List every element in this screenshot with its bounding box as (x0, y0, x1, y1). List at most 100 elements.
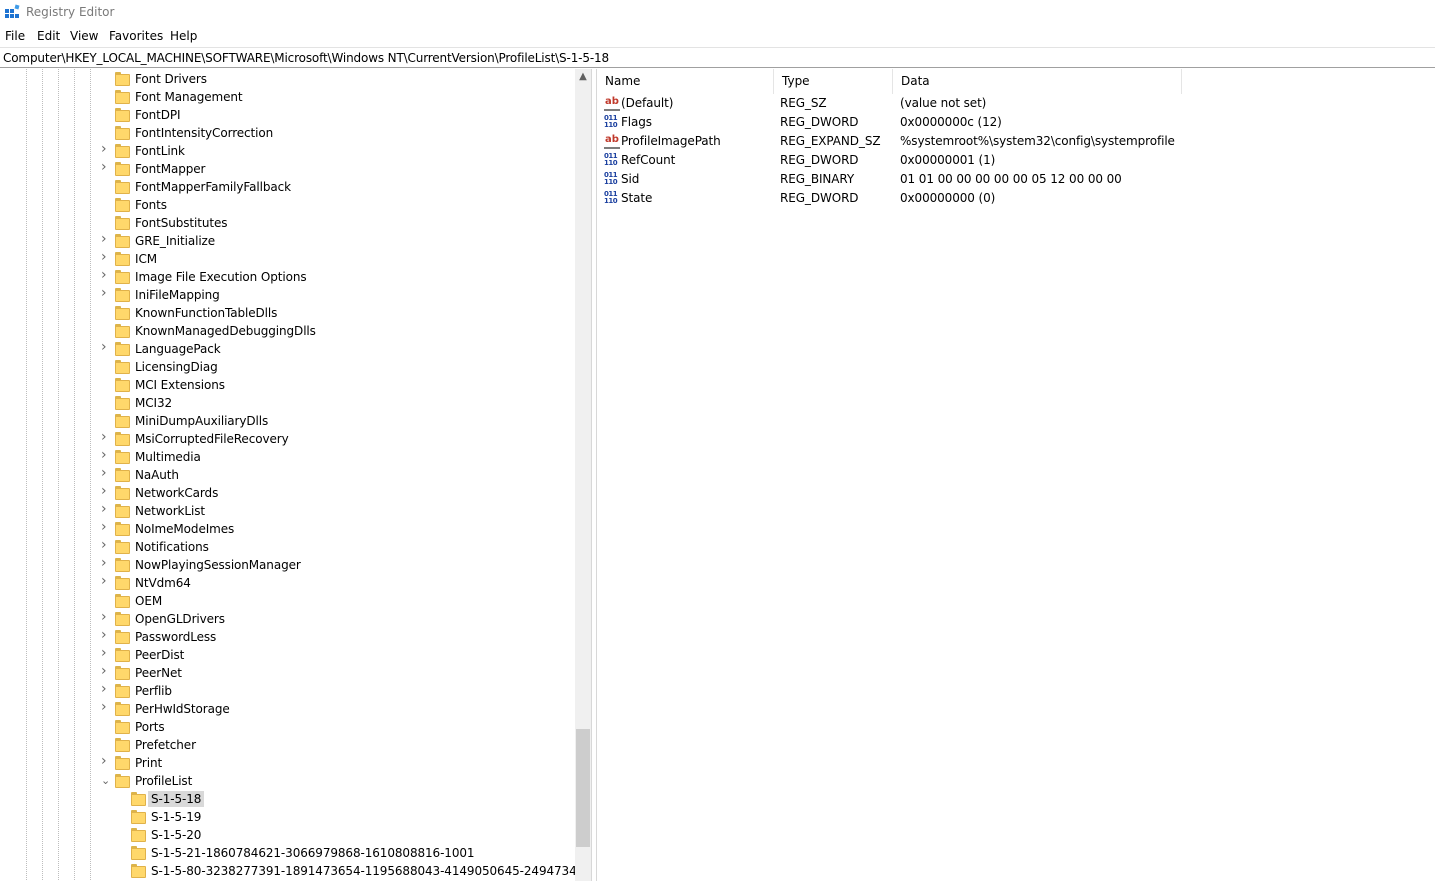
tree-item[interactable]: › NtVdm64 (0, 574, 575, 592)
value-row[interactable]: 011 110 Flags REG_DWORD 0x0000000c (12) (597, 113, 1435, 132)
scroll-up-arrow-icon[interactable]: ▲ (575, 69, 591, 85)
chevron-right-icon[interactable]: › (101, 484, 111, 498)
tree-item[interactable]: › ICM (0, 250, 575, 268)
tree-item[interactable]: › FontMapper (0, 160, 575, 178)
chevron-right-icon[interactable]: › (101, 700, 111, 714)
tree-item[interactable]: Fonts (0, 196, 575, 214)
tree-item[interactable]: S-1-5-20 (0, 826, 575, 844)
tree-item[interactable]: › NaAuth (0, 466, 575, 484)
menu-favorites[interactable]: Favorites (109, 29, 163, 44)
tree-item[interactable]: Font Management (0, 88, 575, 106)
scroll-thumb[interactable] (576, 729, 590, 847)
folder-icon (131, 864, 146, 878)
tree-item[interactable]: › PerHwIdStorage (0, 700, 575, 718)
chevron-right-icon[interactable]: › (101, 250, 111, 264)
binary-bits-bottom: 110 (604, 121, 618, 129)
chevron-right-icon[interactable]: › (101, 520, 111, 534)
tree-item[interactable]: MCI Extensions (0, 376, 575, 394)
tree-item[interactable]: › OpenGLDrivers (0, 610, 575, 628)
tree-item[interactable]: FontDPI (0, 106, 575, 124)
tree-item[interactable]: MCI32 (0, 394, 575, 412)
chevron-right-icon[interactable]: › (101, 538, 111, 552)
tree-item[interactable]: › Notifications (0, 538, 575, 556)
folder-body (115, 722, 130, 734)
column-header-name[interactable]: Name (597, 69, 774, 94)
tree-item[interactable]: Ports (0, 718, 575, 736)
tree-item[interactable]: › Print (0, 754, 575, 772)
chevron-right-icon[interactable]: › (101, 160, 111, 174)
tree-item[interactable]: S-1-5-19 (0, 808, 575, 826)
tree-item[interactable]: › NoImeModeImes (0, 520, 575, 538)
folder-body (115, 308, 130, 320)
tree-item[interactable]: › Perflib (0, 682, 575, 700)
tree-item[interactable]: › MsiCorruptedFileRecovery (0, 430, 575, 448)
tree-item[interactable]: LicensingDiag (0, 358, 575, 376)
folder-body (115, 686, 130, 698)
chevron-right-icon[interactable]: › (101, 682, 111, 696)
chevron-right-icon[interactable]: › (101, 664, 111, 678)
tree-item[interactable]: FontIntensityCorrection (0, 124, 575, 142)
value-row[interactable]: ab ProfileImagePath REG_EXPAND_SZ %systemro… (597, 132, 1435, 151)
tree-item[interactable]: › LanguagePack (0, 340, 575, 358)
chevron-right-icon[interactable]: › (101, 610, 111, 624)
folder-icon (115, 306, 130, 320)
tree-item[interactable]: › Multimedia (0, 448, 575, 466)
tree-item[interactable]: FontMapperFamilyFallback (0, 178, 575, 196)
tree-item-label: MsiCorruptedFileRecovery (135, 432, 289, 446)
column-header-type[interactable]: Type (774, 69, 893, 94)
chevron-right-icon[interactable]: › (101, 754, 111, 768)
address-path[interactable]: Computer\HKEY_LOCAL_MACHINE\SOFTWARE\Mic… (3, 51, 609, 65)
tree-item[interactable]: FontSubstitutes (0, 214, 575, 232)
tree-item[interactable]: › PasswordLess (0, 628, 575, 646)
tree-item[interactable]: › Image File Execution Options (0, 268, 575, 286)
chevron-right-icon[interactable]: › (101, 502, 111, 516)
chevron-right-icon[interactable]: › (101, 286, 111, 300)
tree-item[interactable]: › FontLink (0, 142, 575, 160)
tree-item[interactable]: › PeerDist (0, 646, 575, 664)
value-row[interactable]: 011 110 State REG_DWORD 0x00000000 (0) (597, 189, 1435, 208)
tree-item[interactable]: MiniDumpAuxiliaryDlls (0, 412, 575, 430)
values-list[interactable]: Name Type Data ab (Default) REG_SZ (value n… (597, 69, 1435, 881)
chevron-right-icon[interactable]: › (101, 574, 111, 588)
chevron-right-icon[interactable]: › (101, 628, 111, 642)
menu-view[interactable]: View (70, 29, 98, 44)
menu-help[interactable]: Help (170, 29, 197, 44)
tree-scrollbar[interactable]: ▲ (575, 69, 591, 881)
chevron-right-icon[interactable]: › (101, 466, 111, 480)
tree-item[interactable]: Font Drivers (0, 70, 575, 88)
chevron-right-icon[interactable]: › (101, 340, 111, 354)
value-row[interactable]: 011 110 RefCount REG_DWORD 0x00000001 (1) (597, 151, 1435, 170)
column-header-data[interactable]: Data (893, 69, 1182, 94)
tree-item[interactable]: › IniFileMapping (0, 286, 575, 304)
tree-item[interactable]: › PeerNet (0, 664, 575, 682)
tree-item[interactable]: S-1-5-21-1860784621-3066979868-161080881… (0, 844, 575, 862)
tree-item[interactable]: Prefetcher (0, 736, 575, 754)
chevron-right-icon[interactable]: › (101, 556, 111, 570)
folder-icon (115, 378, 130, 392)
tree-item[interactable]: › NowPlayingSessionManager (0, 556, 575, 574)
tree-item[interactable]: › NetworkList (0, 502, 575, 520)
tree-item[interactable]: › NetworkCards (0, 484, 575, 502)
tree-item[interactable]: KnownFunctionTableDlls (0, 304, 575, 322)
tree-item[interactable]: OEM (0, 592, 575, 610)
value-row[interactable]: 011 110 Sid REG_BINARY 01 01 00 00 00 00 00 … (597, 170, 1435, 189)
tree-item[interactable]: › GRE_Initialize (0, 232, 575, 250)
chevron-right-icon[interactable]: › (101, 142, 111, 156)
menu-file[interactable]: File (5, 29, 25, 44)
address-bar[interactable]: Computer\HKEY_LOCAL_MACHINE\SOFTWARE\Mic… (0, 47, 1435, 68)
chevron-right-icon[interactable]: › (101, 232, 111, 246)
tree-item[interactable]: S-1-5-80-3238277391-1891473654-119568804… (0, 862, 591, 880)
chevron-down-icon[interactable]: ⌄ (101, 775, 111, 787)
tree-item[interactable]: S-1-5-18 (0, 790, 575, 808)
chevron-right-icon[interactable]: › (101, 268, 111, 282)
tree-item[interactable]: ⌄ ProfileList (0, 772, 575, 790)
chevron-right-icon[interactable]: › (101, 430, 111, 444)
menu-edit[interactable]: Edit (37, 29, 60, 44)
folder-icon (115, 72, 130, 86)
chevron-right-icon[interactable]: › (101, 646, 111, 660)
chevron-right-icon[interactable]: › (101, 448, 111, 462)
value-row[interactable]: ab (Default) REG_SZ (value not set) (597, 94, 1435, 113)
tree-item[interactable]: KnownManagedDebuggingDlls (0, 322, 575, 340)
tree-item-label: OpenGLDrivers (135, 612, 225, 626)
key-tree[interactable]: Font Drivers Font Management FontDPI FontIn… (0, 69, 591, 881)
